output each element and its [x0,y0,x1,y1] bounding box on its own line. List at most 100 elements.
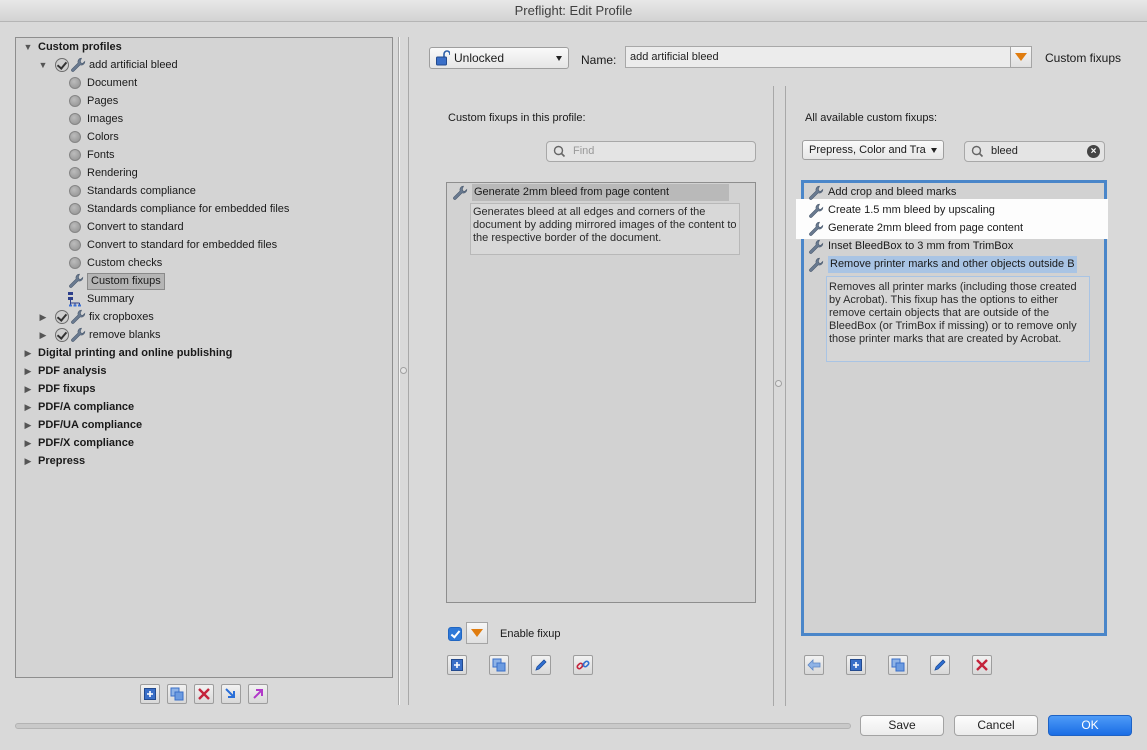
tree-item-pages[interactable]: Pages [69,92,118,110]
tree-item-standards-compliance[interactable]: Standards compliance [69,182,196,200]
wrench-icon [808,203,824,219]
duplicate-fixup-button[interactable] [489,655,509,675]
disclosure-closed-icon[interactable]: ▶ [22,452,34,470]
export-profile-button[interactable] [248,684,268,704]
tree-item-label: fix cropboxes [89,311,154,323]
ok-button[interactable]: OK [1048,715,1132,736]
tree-item-custom-checks[interactable]: Custom checks [69,254,162,272]
list-item[interactable]: Generate 2mm bleed from page content [452,184,730,201]
tree-item-convert-embedded[interactable]: Convert to standard for embedded files [69,236,277,254]
tree-item-remove-blanks[interactable]: ▶ remove blanks [37,326,161,344]
disclosure-closed-icon[interactable]: ▶ [22,380,34,398]
duplicate-profile-button[interactable] [167,684,187,704]
tree-item-fix-cropboxes[interactable]: ▶ fix cropboxes [37,308,154,326]
new-custom-fixup-button[interactable] [846,655,866,675]
status-dot-icon [69,131,81,143]
search-value: bleed [991,145,1018,157]
duplicate-fixup-icon [492,658,506,672]
cancel-button[interactable]: Cancel [954,715,1038,736]
save-button[interactable]: Save [860,715,944,736]
disclosure-closed-icon[interactable]: ▶ [37,326,49,344]
summary-hierarchy-icon [68,292,81,307]
name-menu-button[interactable] [1010,46,1032,68]
tree-item-label: Standards compliance [87,185,196,197]
status-dot-icon [69,167,81,179]
tree-item-fonts[interactable]: Fonts [69,146,115,164]
tree-group-pdf-analysis[interactable]: ▶ PDF analysis [22,362,107,380]
disclosure-closed-icon[interactable]: ▶ [37,308,49,326]
wrench-icon [452,185,468,201]
available-search-input[interactable]: bleed × [964,141,1105,162]
wrench-icon [70,309,86,325]
list-item[interactable]: Remove printer marks and other objects o… [808,256,1077,273]
tree-item-label: Summary [87,293,135,305]
fixup-description: Generates bleed at all edges and corners… [470,203,740,255]
tree-item-add-artificial-bleed[interactable]: ▼ add artificial bleed [37,56,178,74]
tree-item-convert-to-standard[interactable]: Convert to standard [69,218,184,236]
enable-menu-button[interactable] [466,622,488,644]
profile-tree[interactable]: ▼ Custom profiles ▼ add artificial bleed… [15,37,393,678]
delete-fixup-icon [976,659,988,671]
move-to-profile-button[interactable] [804,655,824,675]
duplicate-custom-fixup-button[interactable] [888,655,908,675]
tree-item-label: Custom profiles [38,41,122,53]
list-item[interactable]: Generate 2mm bleed from page content [808,220,1023,237]
disclosure-closed-icon[interactable]: ▶ [22,416,34,434]
disclosure-open-icon[interactable]: ▼ [22,38,34,56]
edit-custom-fixup-button[interactable] [930,655,950,675]
status-dot-icon [69,185,81,197]
enable-fixup-checkbox[interactable] [448,627,462,641]
disclosure-open-icon[interactable]: ▼ [37,56,49,74]
link-icon [576,660,590,670]
tree-group-prepress[interactable]: ▶ Prepress [22,452,86,470]
fixup-description: Removes all printer marks (including tho… [826,276,1090,362]
new-profile-button[interactable] [140,684,160,704]
edit-fixup-button[interactable] [531,655,551,675]
disclosure-closed-icon[interactable]: ▶ [22,344,34,362]
tree-group-pdfx[interactable]: ▶ PDF/X compliance [22,434,134,452]
tree-group-pdfua[interactable]: ▶ PDF/UA compliance [22,416,143,434]
disclosure-closed-icon[interactable]: ▶ [22,434,34,452]
tree-group-digital-printing[interactable]: ▶ Digital printing and online publishing [22,344,233,362]
tree-item-colors[interactable]: Colors [69,128,119,146]
available-fixups-list[interactable]: Add crop and bleed marks Create 1.5 mm b… [796,180,1108,636]
disclosure-closed-icon[interactable]: ▶ [22,398,34,416]
add-fixup-button[interactable] [447,655,467,675]
profile-name-field[interactable]: add artificial bleed [625,46,1011,68]
tree-item-custom-profiles[interactable]: ▼ Custom profiles [22,38,122,56]
list-item[interactable]: Add crop and bleed marks [808,184,956,201]
fixup-label: Remove printer marks and other objects o… [828,256,1077,273]
fixup-label: Generate 2mm bleed from page content [828,222,1024,234]
tree-item-document[interactable]: Document [69,74,137,92]
link-fixup-button[interactable] [573,655,593,675]
list-item[interactable]: Inset BleedBox to 3 mm from TrimBox [808,238,1013,255]
check-circle-icon [55,328,69,342]
status-dot-icon [69,77,81,89]
pencil-icon [934,659,946,671]
category-select[interactable]: Prepress, Color and Tra [802,140,944,160]
disclosure-closed-icon[interactable]: ▶ [22,362,34,380]
splitter-handle[interactable] [400,367,407,374]
tree-item-summary[interactable]: Summary [67,290,134,308]
tree-item-standards-compliance-embedded[interactable]: Standards compliance for embedded files [69,200,289,218]
tree-item-label: Convert to standard [87,221,184,233]
tree-item-label: PDF/X compliance [38,437,134,449]
list-item[interactable]: Create 1.5 mm bleed by upscaling [808,202,995,219]
clear-search-icon[interactable]: × [1087,145,1100,158]
wrench-icon [808,257,824,273]
tree-item-custom-fixups[interactable]: Custom fixups [68,272,165,290]
profile-fixups-list[interactable]: Generate 2mm bleed from page content Gen… [446,182,756,603]
tree-item-images[interactable]: Images [69,110,123,128]
delete-profile-icon [198,688,210,700]
find-input[interactable]: Find [546,141,756,162]
tree-item-rendering[interactable]: Rendering [69,164,138,182]
arrow-left-icon [807,659,821,671]
tree-group-pdfa[interactable]: ▶ PDF/A compliance [22,398,135,416]
tree-item-label: PDF/UA compliance [38,419,143,431]
delete-custom-fixup-button[interactable] [972,655,992,675]
import-profile-button[interactable] [221,684,241,704]
delete-profile-button[interactable] [194,684,214,704]
splitter-handle[interactable] [775,380,782,387]
tree-group-pdf-fixups[interactable]: ▶ PDF fixups [22,380,96,398]
lock-select[interactable]: Unlocked [429,47,569,69]
